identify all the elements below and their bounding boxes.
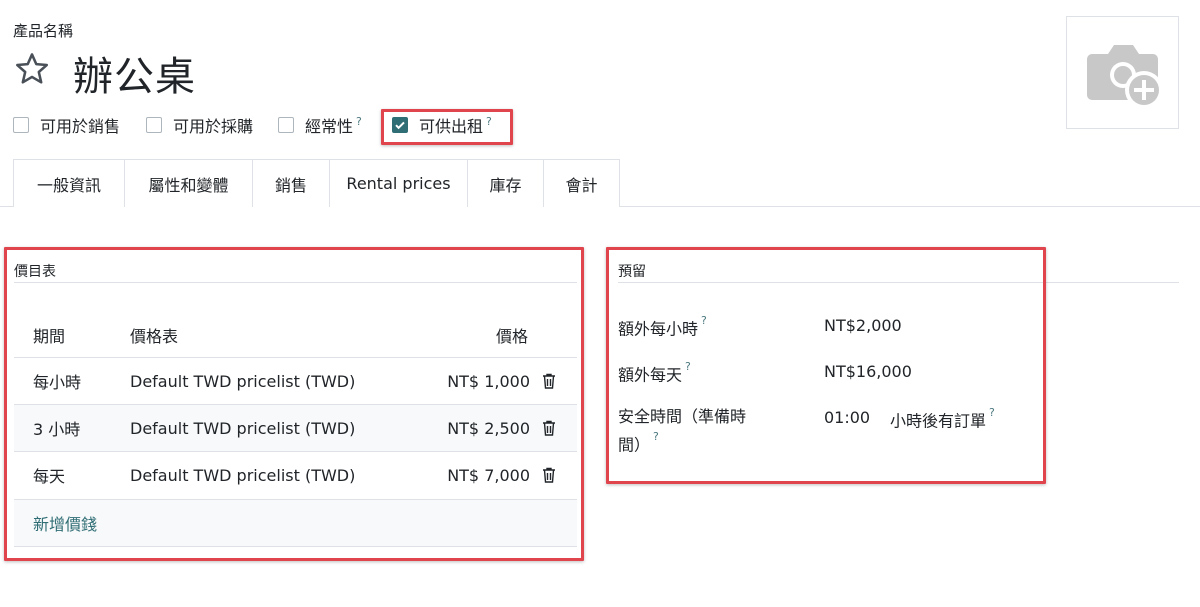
row-pricelist[interactable]: Default TWD pricelist (TWD) — [130, 358, 355, 404]
rent-ok-help-icon[interactable]: ? — [486, 115, 492, 128]
add-price-link[interactable]: 新增價錢 — [33, 500, 97, 546]
extra-day-help-icon[interactable]: ? — [685, 360, 691, 373]
col-header-pricelist[interactable]: 價格表 — [130, 323, 178, 347]
extra-day-value[interactable]: NT$16,000 — [824, 362, 912, 381]
reservations-group-title: 預留 — [618, 264, 646, 280]
trash-icon — [543, 467, 555, 483]
extra-hour-label: 額外每小時? — [618, 313, 707, 341]
purchase-ok-checkbox-group[interactable]: 可用於採購 — [146, 113, 253, 137]
tab-accounting[interactable]: 會計 — [543, 159, 620, 207]
security-time-label-line2: 間） — [618, 435, 651, 455]
security-time-value[interactable]: 01:00 — [824, 408, 870, 427]
recurring-label: 經常性 — [305, 117, 354, 136]
rent-ok-label: 可供出租 — [419, 117, 484, 136]
product-name-input[interactable]: 辦公桌 — [73, 44, 196, 102]
security-suffix-help-icon[interactable]: ? — [989, 406, 995, 419]
add-line-row: 新增價錢 — [14, 499, 577, 547]
table-row[interactable]: 每天 Default TWD pricelist (TWD) NT$ 7,000 — [14, 451, 577, 498]
tab-inventory[interactable]: 庫存 — [467, 159, 544, 207]
product-image-upload[interactable] — [1066, 16, 1179, 129]
extra-hour-value[interactable]: NT$2,000 — [824, 316, 902, 335]
trash-icon — [543, 420, 555, 436]
extra-day-label-text: 額外每天 — [618, 365, 683, 385]
security-time-help-icon[interactable]: ? — [653, 430, 659, 443]
row-period[interactable]: 每天 — [33, 452, 65, 498]
reservations-group-rule — [618, 282, 1179, 283]
recurring-help-icon[interactable]: ? — [356, 115, 362, 128]
delete-row-button[interactable] — [542, 405, 556, 451]
star-icon[interactable] — [12, 50, 52, 88]
trash-icon — [543, 373, 555, 389]
tab-attributes-variants[interactable]: 屬性和變體 — [124, 159, 253, 207]
row-pricelist[interactable]: Default TWD pricelist (TWD) — [130, 405, 355, 451]
row-period[interactable]: 每小時 — [33, 358, 81, 404]
table-row[interactable]: 每小時 Default TWD pricelist (TWD) NT$ 1,00… — [14, 357, 577, 404]
sale-ok-checkbox-group[interactable]: 可用於銷售 — [13, 113, 120, 137]
row-price[interactable]: NT$ 1,000 — [447, 358, 530, 404]
purchase-ok-label: 可用於採購 — [173, 117, 254, 136]
row-period[interactable]: 3 小時 — [33, 405, 80, 451]
tab-rental-prices[interactable]: Rental prices — [329, 159, 468, 207]
rent-ok-checkbox[interactable] — [392, 117, 408, 133]
delete-row-button[interactable] — [542, 358, 556, 404]
security-time-label: 安全時間（準備時 間）? — [618, 405, 778, 457]
row-price[interactable]: NT$ 2,500 — [447, 405, 530, 451]
sale-ok-label: 可用於銷售 — [40, 117, 121, 136]
extra-hour-label-text: 額外每小時 — [618, 319, 699, 339]
security-time-label-line1: 安全時間（準備時 — [618, 407, 747, 426]
pricing-group-rule — [14, 282, 577, 283]
col-header-price[interactable]: 價格 — [496, 323, 528, 347]
security-time-suffix: 小時後有訂單? — [890, 405, 995, 433]
rent-ok-checkbox-group[interactable]: 可供出租 ? — [392, 113, 492, 137]
pricing-group-title: 價目表 — [14, 264, 56, 280]
table-row[interactable]: 3 小時 Default TWD pricelist (TWD) NT$ 2,5… — [14, 404, 577, 451]
tab-general-info[interactable]: 一般資訊 — [13, 159, 125, 207]
col-header-period[interactable]: 期間 — [33, 323, 65, 347]
camera-plus-icon — [1087, 45, 1163, 109]
product-name-label: 產品名稱 — [13, 22, 74, 40]
recurring-checkbox[interactable] — [278, 117, 294, 133]
tab-sales[interactable]: 銷售 — [252, 159, 330, 207]
extra-hour-help-icon[interactable]: ? — [701, 314, 707, 327]
check-icon — [395, 121, 405, 130]
purchase-ok-checkbox[interactable] — [146, 117, 162, 133]
delete-row-button[interactable] — [542, 452, 556, 498]
row-pricelist[interactable]: Default TWD pricelist (TWD) — [130, 452, 355, 498]
security-time-suffix-text: 小時後有訂單 — [890, 411, 987, 431]
extra-day-label: 額外每天? — [618, 359, 691, 387]
recurring-checkbox-group[interactable]: 經常性 ? — [278, 113, 362, 137]
sale-ok-checkbox[interactable] — [13, 117, 29, 133]
row-price[interactable]: NT$ 7,000 — [447, 452, 530, 498]
